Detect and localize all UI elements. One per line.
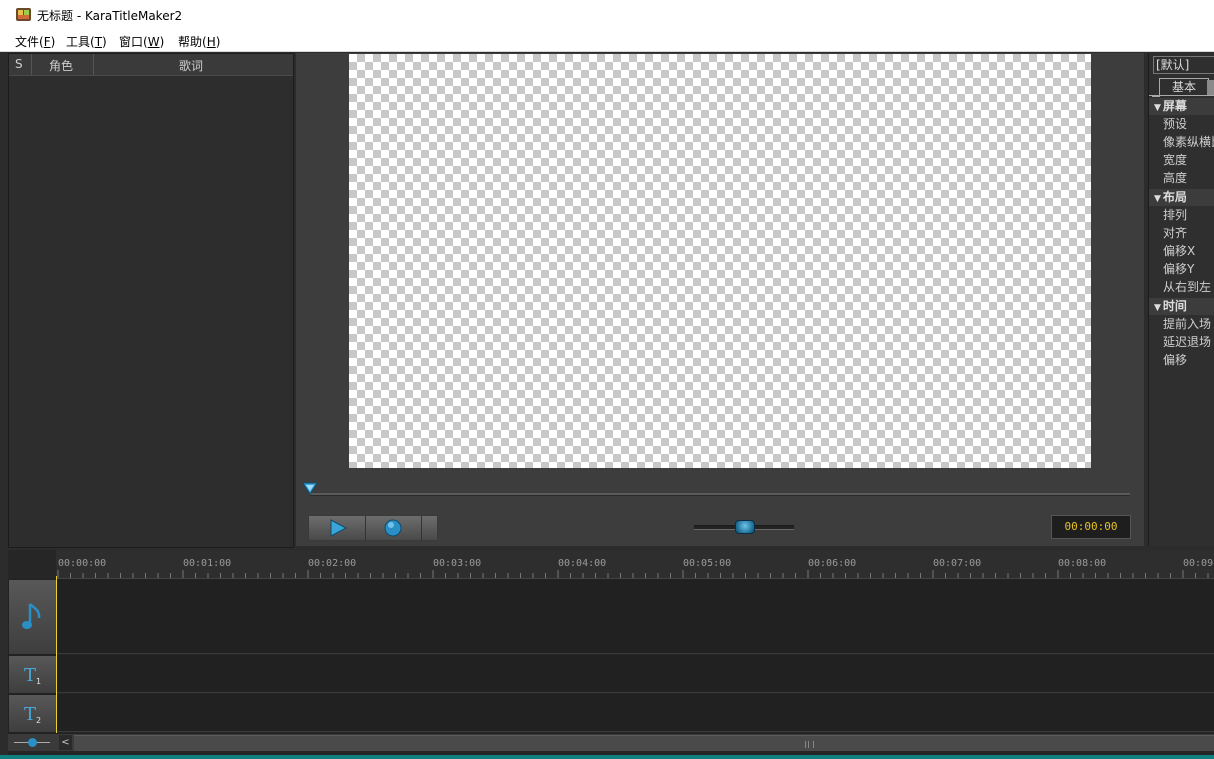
ruler-label: 00:06:00 [808,558,857,569]
timeline-scrollbar[interactable]: < [8,733,1214,751]
play-icon [329,519,347,537]
timeline-panel: 00:00:00 00:01:00 00:02:00 00:03:00 00:0… [8,550,1214,755]
column-divider[interactable] [93,54,94,75]
timecode-display: 00:00:00 [1051,515,1131,539]
grip-icon [805,741,814,748]
scroll-thumb[interactable] [74,735,1214,751]
preset-select[interactable]: [默认] [1153,56,1214,74]
preview-panel: 00:00:00 [296,53,1144,546]
column-header-lyrics[interactable]: 歌词 [179,57,203,74]
text-track-1-icon: T 1 [22,664,44,686]
svg-text:1: 1 [36,677,41,686]
ruler-label: 00:09:00 [1183,558,1214,569]
scroll-left-button[interactable]: < [59,735,72,750]
group-layout[interactable]: ▼ 布局 [1149,189,1214,206]
lyrics-panel[interactable]: S 角色 歌词 [8,53,294,548]
ruler-label: 00:04:00 [558,558,607,569]
menu-window[interactable]: 窗口(W) [119,33,164,50]
group-time[interactable]: ▼ 时间 [1149,298,1214,315]
text-track-2-lane[interactable] [56,694,1214,732]
transport-extra-button[interactable] [422,516,437,540]
menu-bar: 文件(F) 工具(T) 窗口(W) 帮助(H) [0,30,1214,52]
playhead[interactable] [56,576,57,733]
svg-text:T: T [24,704,36,725]
time-ruler[interactable]: 00:00:00 00:01:00 00:02:00 00:03:00 00:0… [56,550,1214,579]
text-track-1-lane[interactable] [56,655,1214,693]
preview-canvas[interactable] [349,54,1091,468]
ruler-label: 00:03:00 [433,558,482,569]
lyrics-header: S 角色 歌词 [9,54,293,76]
prop-right-to-left[interactable]: 从右到左 [1163,279,1211,296]
seek-bar[interactable] [310,493,1130,496]
prop-pixel-aspect[interactable]: 像素纵横比 [1163,134,1214,151]
menu-file[interactable]: 文件(F) [15,33,55,50]
prop-late-exit[interactable]: 延迟退场 [1163,334,1211,351]
column-header-s[interactable]: S [15,57,23,71]
text-track-2-header[interactable]: T 2 [8,694,57,733]
prop-arrange[interactable]: 排列 [1163,207,1187,224]
group-screen[interactable]: ▼ 屏幕 [1149,98,1214,115]
svg-text:T: T [24,665,36,686]
ruler-label: 00:08:00 [1058,558,1107,569]
app-window: 无标题 - KaraTitleMaker2 文件(F) 工具(T) 窗口(W) … [0,0,1214,755]
prop-align[interactable]: 对齐 [1163,225,1187,242]
prop-offset-x[interactable]: 偏移X [1163,243,1195,260]
prop-width[interactable]: 宽度 [1163,152,1187,169]
chevron-left-icon: < [61,737,70,748]
collapse-triangle-icon: ▼ [1154,103,1161,113]
menu-help[interactable]: 帮助(H) [178,33,220,50]
column-divider[interactable] [31,54,32,75]
tab-basic[interactable]: 基本 [1159,78,1209,96]
record-icon [384,519,402,537]
audio-track-lane[interactable] [56,579,1214,654]
collapse-triangle-icon: ▼ [1154,303,1161,313]
zoom-slider-thumb[interactable] [28,738,37,747]
transport-controls [308,515,438,541]
prop-height[interactable]: 高度 [1163,170,1187,187]
record-button[interactable] [366,516,422,540]
seek-handle-icon[interactable] [302,481,318,495]
ruler-label: 00:07:00 [933,558,982,569]
volume-slider-thumb[interactable] [735,520,755,534]
properties-panel: [默认] 基本 ▼屏幕 预设 像素纵横比 宽度 高度 ▼布局 排列 对齐 偏移X… [1148,53,1214,546]
title-bar: 无标题 - KaraTitleMaker2 [0,0,1214,30]
tab-divider [1149,95,1214,96]
window-title: 无标题 - KaraTitleMaker2 [37,9,183,23]
prop-early-enter[interactable]: 提前入场 [1163,316,1211,333]
tab-next[interactable] [1207,80,1214,95]
text-track-2-icon: T 2 [22,703,44,725]
ruler-label: 00:02:00 [308,558,357,569]
prop-offset-y[interactable]: 偏移Y [1163,261,1194,278]
ruler-label: 00:00:00 [58,558,107,569]
music-note-icon [22,602,44,632]
menu-tools[interactable]: 工具(T) [66,33,107,50]
play-button[interactable] [309,516,366,540]
ruler-label: 00:01:00 [183,558,232,569]
prop-preset[interactable]: 预设 [1163,116,1187,133]
text-track-1-header[interactable]: T 1 [8,655,57,694]
audio-track-header[interactable] [8,579,57,655]
ruler-label: 00:05:00 [683,558,732,569]
prop-offset[interactable]: 偏移 [1163,352,1187,369]
svg-text:2: 2 [36,716,41,725]
app-icon [16,7,31,22]
collapse-triangle-icon: ▼ [1154,194,1161,204]
column-header-role[interactable]: 角色 [49,57,73,74]
